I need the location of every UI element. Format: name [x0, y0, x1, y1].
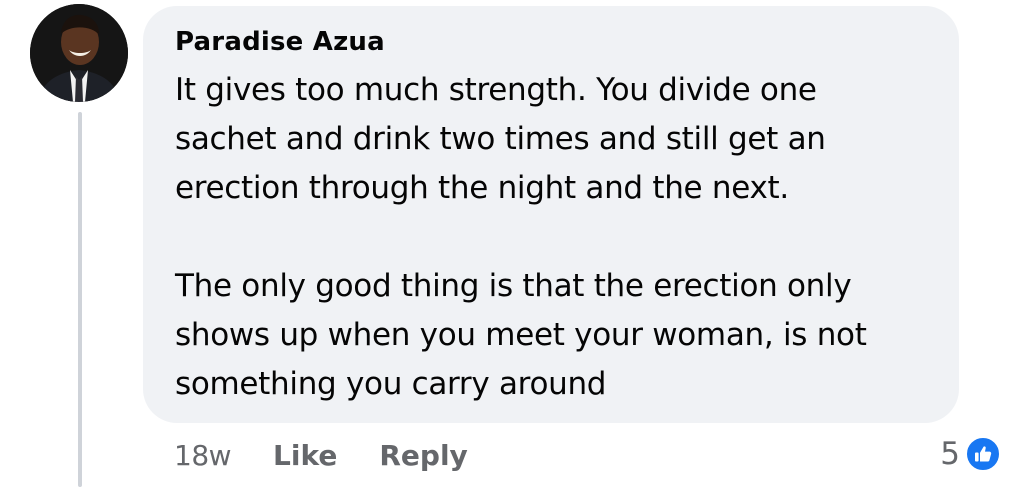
like-button[interactable]: Like	[273, 434, 337, 478]
thread-line	[78, 112, 82, 487]
reaction-count: 5	[940, 436, 960, 472]
comment-line: shows up when you meet your woman, is no…	[175, 317, 867, 353]
comment-line: sachet and drink two times and still get…	[175, 121, 826, 157]
comment-line: The only good thing is that the erection…	[175, 268, 852, 304]
comment-line: erection through the night and the next.	[175, 170, 789, 206]
comment-author[interactable]: Paradise Azua	[175, 24, 385, 60]
comment-thread: Paradise Azua It gives too much strength…	[0, 0, 1024, 487]
comment-actions: 18w Like Reply	[174, 434, 468, 478]
thumbs-up-icon	[964, 435, 1002, 473]
comment-line: something you carry around	[175, 366, 607, 402]
comment-bubble: Paradise Azua It gives too much strength…	[143, 6, 959, 423]
reaction-summary[interactable]: 5	[940, 432, 1002, 476]
comment-text: It gives too much strength. You divide o…	[175, 66, 945, 409]
avatar[interactable]	[30, 4, 128, 102]
comment-timestamp[interactable]: 18w	[174, 434, 232, 478]
reply-button[interactable]: Reply	[379, 434, 467, 478]
profile-photo	[30, 4, 128, 102]
comment-line: It gives too much strength. You divide o…	[175, 72, 817, 108]
